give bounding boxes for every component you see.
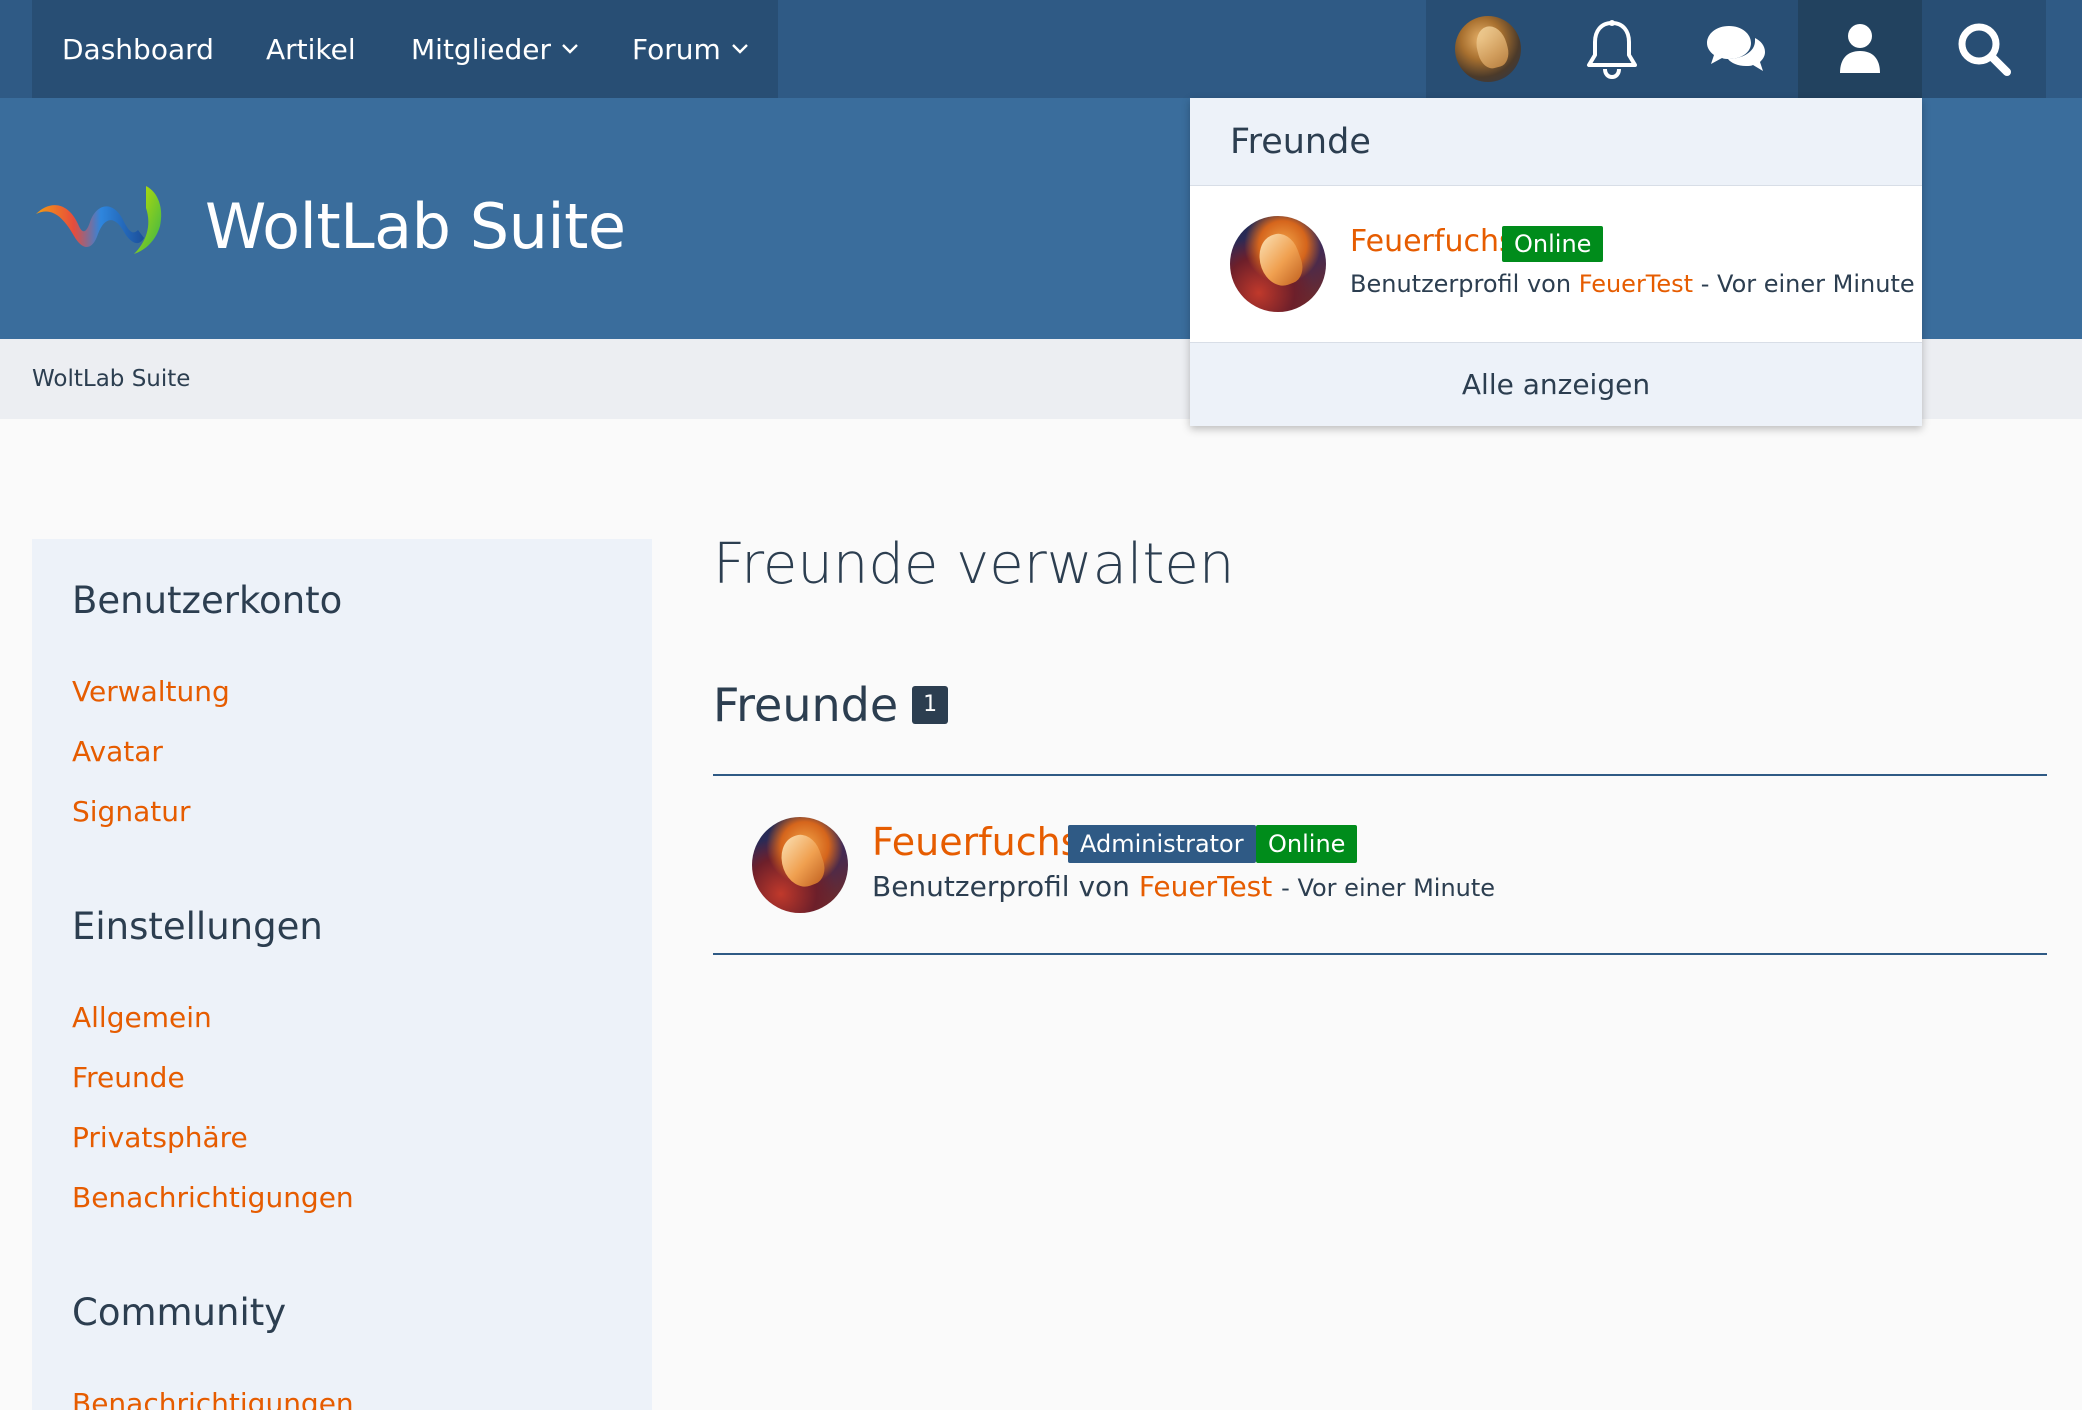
meta-prefix: Benutzerprofil von <box>872 870 1130 903</box>
chevron-down-icon <box>731 44 748 54</box>
friends-dropdown: Freunde Feuerfuchs Online Benutzerprofil… <box>1190 98 1922 426</box>
conversations-button[interactable] <box>1674 0 1798 98</box>
dropdown-title: Freunde <box>1230 122 1371 162</box>
menu-item-label: Artikel <box>266 32 356 66</box>
bell-icon <box>1587 20 1637 79</box>
sidebar-item-freunde[interactable]: Freunde <box>72 1061 185 1094</box>
meta-user-link[interactable]: FeuerTest <box>1579 270 1693 298</box>
sidebar-item-privatsphaere[interactable]: Privatsphäre <box>72 1121 248 1154</box>
dropdown-friend-avatar[interactable] <box>1230 216 1326 312</box>
list-divider-bottom <box>713 953 2047 955</box>
top-navigation-bar: Dashboard Artikel Mitglieder Forum <box>0 0 2082 98</box>
friend-name-link[interactable]: Feuerfuchs <box>872 820 1080 864</box>
search-button[interactable] <box>1922 0 2046 98</box>
show-all-button[interactable]: Alle anzeigen <box>1190 342 1922 426</box>
dropdown-friend-name[interactable]: Feuerfuchs <box>1350 224 1515 259</box>
user-menu-button[interactable] <box>1798 0 1922 98</box>
meta-user-link[interactable]: FeuerTest <box>1139 870 1272 903</box>
sidebar-item-benachrichtigungen[interactable]: Benachrichtigungen <box>72 1181 354 1214</box>
comments-icon <box>1707 26 1765 71</box>
menu-item-label: Forum <box>632 32 721 66</box>
menu-item-label: Dashboard <box>62 32 214 66</box>
sidebar-item-community-benachrichtigungen[interactable]: Benachrichtigungen <box>72 1387 354 1410</box>
woltlab-logo-icon[interactable] <box>34 178 174 258</box>
sidebar-item-avatar[interactable]: Avatar <box>72 735 163 768</box>
page-title: Freunde verwalten <box>713 532 1235 597</box>
breadcrumb-item-home[interactable]: WoltLab Suite <box>32 339 190 419</box>
sidebar-heading-benutzerkonto: Benutzerkonto <box>72 579 343 622</box>
user-avatar-button[interactable] <box>1426 0 1550 98</box>
friend-count-badge: 1 <box>912 686 949 724</box>
meta-time: - Vor einer Minute <box>1700 270 1915 298</box>
online-status-badge: Online <box>1256 825 1358 863</box>
sidebar-item-allgemein[interactable]: Allgemein <box>72 1001 212 1034</box>
role-badge: Administrator <box>1068 825 1256 863</box>
menu-item-dashboard[interactable]: Dashboard <box>62 0 214 98</box>
menu-item-mitglieder[interactable]: Mitglieder <box>411 0 579 98</box>
dropdown-friend-meta: Benutzerprofil von FeuerTest - Vor einer… <box>1350 270 1915 298</box>
meta-time: - Vor einer Minute <box>1281 874 1496 902</box>
sidebar-item-verwaltung[interactable]: Verwaltung <box>72 675 230 708</box>
user-avatar <box>1455 16 1521 82</box>
user-icon <box>1840 24 1880 73</box>
notifications-button[interactable] <box>1550 0 1674 98</box>
account-sidebar: Benutzerkonto Verwaltung Avatar Signatur… <box>32 539 652 1410</box>
sidebar-heading-einstellungen: Einstellungen <box>72 905 323 948</box>
section-title-label: Freunde <box>713 678 899 732</box>
sidebar-item-signatur[interactable]: Signatur <box>72 795 190 828</box>
list-divider-top <box>713 774 2047 776</box>
dropdown-header: Freunde <box>1190 98 1922 186</box>
search-icon <box>1958 23 2011 76</box>
menu-item-artikel[interactable]: Artikel <box>266 0 356 98</box>
user-panel <box>1426 0 2046 98</box>
menu-item-label: Mitglieder <box>411 32 551 66</box>
friend-meta: Benutzerprofil von FeuerTest - Vor einer… <box>872 870 1495 903</box>
dropdown-online-badge: Online <box>1502 226 1604 262</box>
main-menu: Dashboard Artikel Mitglieder Forum <box>32 0 778 98</box>
friend-avatar[interactable] <box>752 817 848 913</box>
site-logo-text[interactable]: WoltLab Suite <box>205 190 626 263</box>
sidebar-heading-community: Community <box>72 1291 287 1334</box>
section-title: Freunde 1 <box>713 678 949 732</box>
meta-prefix: Benutzerprofil von <box>1350 270 1572 298</box>
chevron-down-icon <box>562 44 578 54</box>
menu-item-forum[interactable]: Forum <box>632 0 749 98</box>
